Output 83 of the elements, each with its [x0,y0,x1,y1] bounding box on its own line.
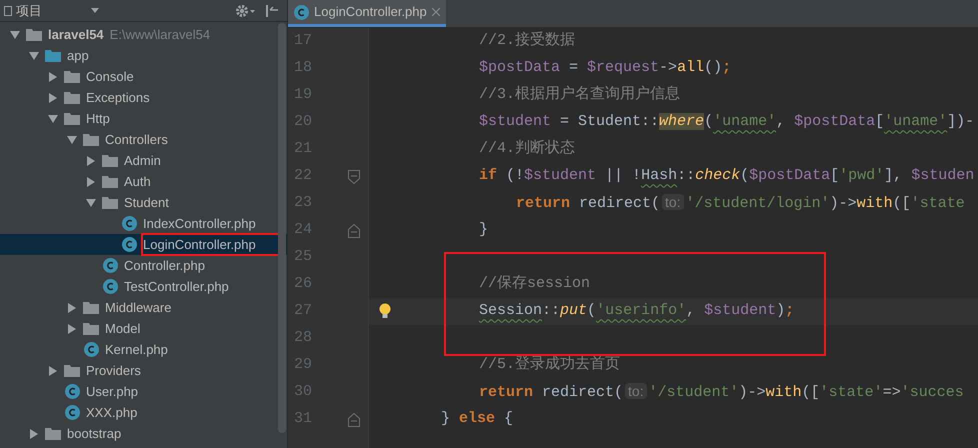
code-line: $postData = $request->all(); [479,58,732,78]
tree-item-label[interactable]: Kernel.php [105,340,168,360]
tree-item-label[interactable]: Console [86,66,134,86]
folder-icon [45,427,61,440]
code-line: //3.根据用户名查询用户信息 [479,84,680,106]
editor-tab[interactable]: LoginController.php [288,0,446,27]
close-icon[interactable] [432,8,440,16]
code-line: return redirect( to: '/student/login')->with(['state [516,192,965,214]
class-icon [65,405,80,420]
folder-icon [64,91,80,104]
code-line: //保存session [479,274,590,294]
panel-title[interactable]: 项目 [16,0,42,20]
parameter-hint: to: [625,382,647,399]
code-line: //2.接受数据 [479,30,576,52]
code-line: Session::put('userinfo', $student); [479,301,794,322]
tree-item-label[interactable]: bootstrap [67,424,122,444]
panel-icon [4,6,12,16]
folder-icon [102,196,118,209]
expanded-arrow-icon[interactable] [29,50,39,60]
folder-icon [26,28,42,41]
tree-item-label[interactable]: Auth [124,172,151,192]
class-icon [294,4,309,20]
tree-item-label[interactable]: Controllers [105,130,168,150]
tree-item-label[interactable]: Model [105,318,140,338]
collapsed-arrow-icon[interactable] [67,324,77,334]
lightbulb-icon[interactable] [379,303,391,319]
class-icon [103,279,118,294]
code-line: return redirect( to: '/student')->with(['state'=>'succes [479,382,964,403]
scrollbar[interactable] [278,23,286,433]
expanded-arrow-icon[interactable] [86,198,96,208]
selected-tree-row[interactable]: LoginController.php [0,234,287,255]
tree-item-label[interactable]: IndexController.php [143,214,256,234]
settings-icon[interactable] [235,4,257,18]
tree-item-label[interactable]: XXX.php [86,402,138,422]
class-icon [103,258,118,273]
collapsed-arrow-icon[interactable] [86,156,96,166]
folder-icon [64,364,80,377]
collapsed-arrow-icon[interactable] [86,176,96,186]
tree-item-label[interactable]: app [67,46,89,66]
project-path: E:\www\laravel54 [110,26,210,44]
tree-item-label[interactable]: Http [86,108,110,128]
code-line: $student = Student::where('uname', $postData['uname'])- [479,112,974,132]
tree-item-label[interactable]: Student [124,192,169,212]
tree-item-label[interactable]: Controller.php [124,256,205,276]
fold-icon[interactable] [348,170,360,184]
folder-icon [83,133,99,146]
expanded-arrow-icon[interactable] [67,134,77,144]
fold-icon[interactable] [348,224,360,238]
tree-item-label[interactable]: laravel54 [48,24,104,44]
collapse-panel-icon[interactable] [265,4,279,18]
tree-item-label[interactable]: Exceptions [86,88,150,108]
class-icon [65,384,80,399]
collapsed-arrow-icon[interactable] [48,366,58,376]
tree-item-label[interactable]: TestController.php [124,276,229,296]
folder-icon [64,112,80,125]
collapsed-arrow-icon[interactable] [67,302,77,312]
parameter-hint: to: [662,194,684,210]
collapsed-arrow-icon[interactable] [29,428,39,438]
tree-item-label[interactable]: User.php [86,382,138,402]
collapsed-arrow-icon[interactable] [48,72,58,82]
code-line: } else { [441,409,514,430]
expanded-arrow-icon[interactable] [10,30,20,40]
fold-icon[interactable] [348,412,360,426]
code-line: //5.登录成功去首页 [479,355,620,376]
tree-item-label[interactable]: Admin [124,150,161,170]
folder-icon [45,49,61,62]
class-icon [122,237,137,252]
class-icon [84,342,99,357]
tree-item-label[interactable]: Middleware [105,298,172,318]
folder-icon [102,154,118,167]
code-line: if (!$student || !Hash::check($postData['pwd'], $studen [479,166,974,186]
tree-item-label[interactable]: LoginController.php [143,234,280,254]
folder-icon [83,322,99,335]
class-icon [122,216,137,231]
folder-icon [83,301,99,314]
dropdown-caret-icon[interactable] [91,8,99,13]
folder-icon [102,175,118,188]
code-line: } [479,220,488,240]
code-line: //4.判断状态 [479,138,576,160]
folder-icon [64,70,80,83]
tree-item-label[interactable]: Providers [86,360,141,380]
collapsed-arrow-icon[interactable] [48,92,58,102]
expanded-arrow-icon[interactable] [48,114,58,124]
